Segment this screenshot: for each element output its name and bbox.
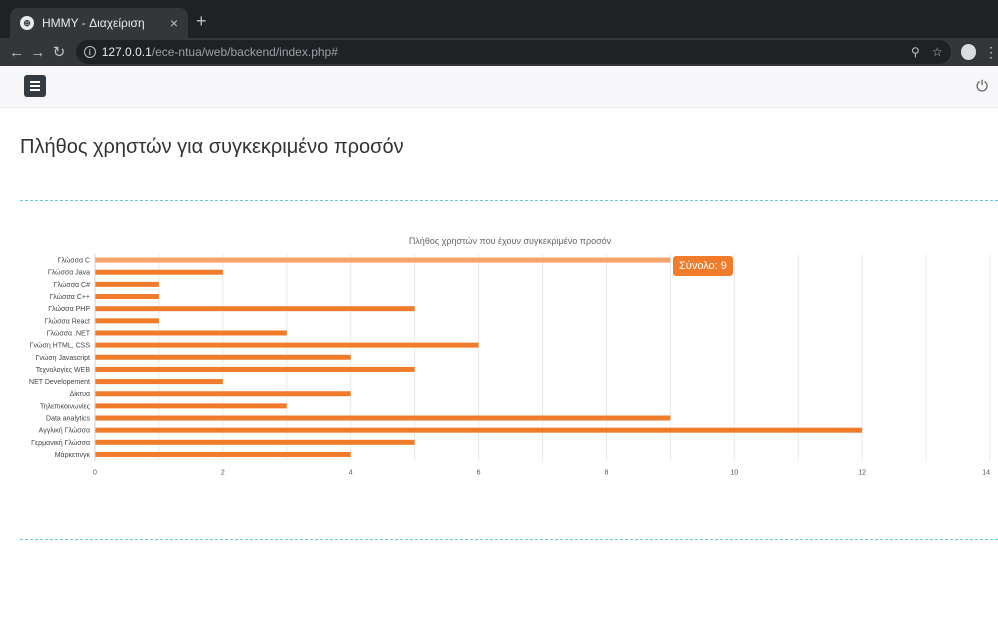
bar-chart: 0 2 4 6 8 10 12 14 Γλώσσα C Γλώσσα Java Γλώσσα C# Γ… bbox=[29, 254, 991, 477]
x-tick-label: 6 bbox=[477, 470, 481, 477]
bar[interactable] bbox=[95, 415, 671, 421]
address-bar[interactable]: i 127.0.0.1/ece-ntua/web/backend/index.p… bbox=[75, 40, 951, 64]
tab-close-icon[interactable]: × bbox=[170, 15, 178, 31]
category-label: Αγγλική Γλώσσα bbox=[39, 427, 90, 435]
category-label: Τηλεπικοινωνίες bbox=[40, 402, 91, 410]
category-label: Γνώση Javascript bbox=[36, 354, 91, 362]
hamburger-menu-button[interactable] bbox=[24, 75, 46, 97]
x-tick-label: 12 bbox=[858, 470, 866, 477]
category-label: Γλώσσα React bbox=[44, 317, 90, 325]
forward-arrow-icon[interactable]: → bbox=[27, 44, 48, 61]
category-label: Data analytics bbox=[46, 416, 90, 423]
x-tick-label: 10 bbox=[730, 470, 738, 477]
new-tab-button[interactable]: + bbox=[196, 12, 207, 30]
x-tick-label: 2 bbox=[221, 470, 225, 477]
bar[interactable] bbox=[95, 306, 415, 312]
category-label: Γλώσσα C# bbox=[54, 281, 90, 289]
category-label: Τεχνολογίες WEB bbox=[36, 366, 91, 374]
category-label: Γερμανική Γλώσσα bbox=[31, 439, 90, 447]
zoom-icon[interactable]: ⚲ bbox=[911, 45, 920, 59]
bar[interactable] bbox=[95, 366, 415, 372]
category-label: Μάρκετινγκ bbox=[55, 451, 91, 459]
page-title: Πλήθος χρηστών για συγκεκριμένο προσόν bbox=[20, 136, 404, 158]
category-label: Γλώσσα Java bbox=[48, 269, 90, 277]
bar[interactable] bbox=[95, 391, 351, 397]
tab-title: HMMY - Διαχείριση bbox=[42, 16, 145, 30]
bar[interactable] bbox=[95, 439, 415, 445]
browser-toolbar: ← → ↻ i 127.0.0.1/ece-ntua/web/backend/i… bbox=[0, 38, 998, 66]
x-tick-label: 8 bbox=[604, 470, 608, 477]
app-navbar: ⏻ bbox=[0, 66, 998, 108]
back-arrow-icon[interactable]: ← bbox=[6, 44, 27, 61]
chart-tooltip: Σύνολο: 9 bbox=[673, 256, 733, 276]
bar[interactable] bbox=[95, 451, 351, 457]
url-path: /ece-ntua/web/backend/index.php# bbox=[151, 45, 338, 59]
bar[interactable] bbox=[95, 330, 287, 336]
bar[interactable] bbox=[95, 318, 159, 324]
browser-menu-icon[interactable]: ⋮ bbox=[984, 44, 998, 61]
site-favicon-icon: ⊕ bbox=[20, 16, 34, 30]
x-tick-label: 14 bbox=[982, 470, 990, 477]
profile-avatar-icon[interactable] bbox=[960, 44, 977, 60]
bar[interactable] bbox=[95, 281, 159, 287]
bar[interactable] bbox=[95, 354, 351, 360]
reload-icon[interactable]: ↻ bbox=[48, 43, 69, 61]
chart-container: Πλήθος χρηστών που έχουν συγκεκριμένο πρ… bbox=[0, 228, 998, 488]
category-label: Γνώση HTML, CSS bbox=[30, 342, 91, 350]
bar[interactable] bbox=[95, 403, 287, 409]
browser-tab[interactable]: ⊕ HMMY - Διαχείριση × bbox=[10, 8, 188, 38]
bottom-divider bbox=[20, 539, 998, 540]
site-info-icon[interactable]: i bbox=[83, 46, 96, 58]
bookmark-star-icon[interactable]: ☆ bbox=[932, 45, 943, 59]
logout-power-icon[interactable]: ⏻ bbox=[976, 78, 988, 95]
bar[interactable] bbox=[95, 294, 159, 300]
bar[interactable] bbox=[95, 342, 479, 348]
bar[interactable] bbox=[95, 427, 863, 433]
bar[interactable] bbox=[95, 269, 223, 275]
bar[interactable] bbox=[95, 379, 223, 385]
top-divider bbox=[20, 200, 998, 201]
category-label: Γλώσσα PHP bbox=[48, 305, 90, 313]
bar[interactable] bbox=[95, 257, 671, 263]
x-tick-label: 0 bbox=[93, 470, 97, 477]
category-label: NET Developement bbox=[29, 379, 90, 386]
category-label: Γλώσσα .NET bbox=[47, 329, 91, 337]
category-label: Γλώσσα C bbox=[58, 257, 90, 265]
category-label: Γλώσσα C++ bbox=[49, 293, 90, 301]
category-label: Δίκτυα bbox=[70, 390, 90, 398]
x-tick-label: 4 bbox=[349, 470, 353, 477]
browser-tab-bar: ⊕ HMMY - Διαχείριση × + bbox=[0, 0, 998, 38]
url-host: 127.0.0.1 bbox=[101, 45, 152, 59]
